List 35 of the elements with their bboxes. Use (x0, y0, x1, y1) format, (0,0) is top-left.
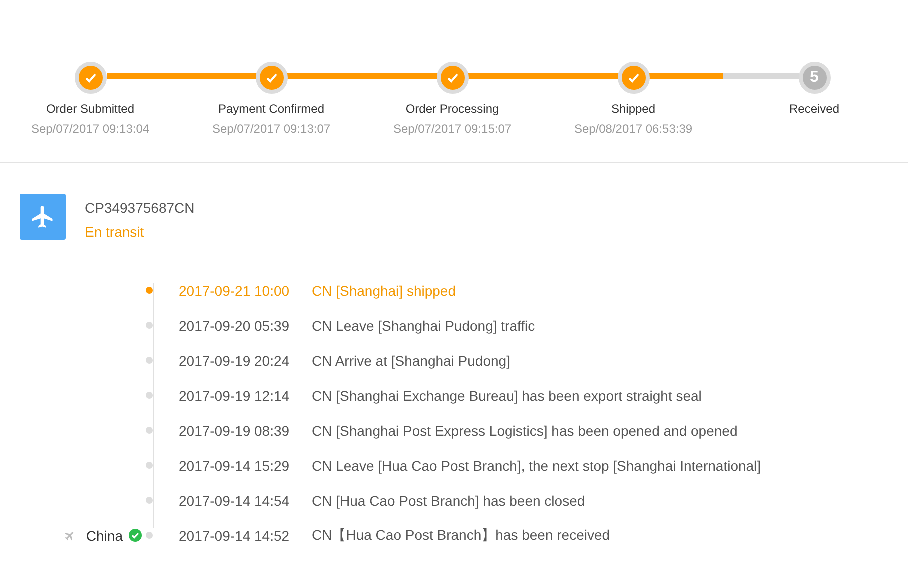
event-time: 2017-09-19 08:39 (179, 422, 291, 438)
airplane-icon (64, 530, 76, 542)
check-icon (628, 73, 640, 83)
step-label: Payment Confirmed (218, 102, 325, 116)
origin-country: China (86, 528, 123, 544)
event-description: CN Arrive at [Shanghai Pudong] (312, 352, 510, 368)
step-label: Order Submitted (46, 102, 135, 116)
event-time: 2017-09-20 05:39 (179, 318, 291, 334)
event-description: CN [Shanghai Exchange Bureau] has been export straight seal (312, 388, 702, 404)
step-label: Order Processing (406, 102, 500, 116)
check-icon (446, 73, 458, 83)
step-time: Sep/07/2017 09:13:04 (31, 122, 150, 136)
check-icon (266, 73, 278, 83)
event-time: 2017-09-14 15:29 (179, 458, 291, 474)
event-time: 2017-09-19 20:24 (179, 352, 291, 368)
step-label: Received (789, 102, 840, 116)
event-description: CN [Shanghai] shipped (312, 282, 456, 298)
step-number: 5 (798, 62, 830, 94)
tracking-number: CP349375687CN (85, 200, 195, 216)
check-icon (84, 73, 96, 83)
event-description: CN [Hua Cao Post Branch] has been closed (312, 492, 586, 508)
event-description: CN Leave [Hua Cao Post Branch], the next stop [Shanghai International] (312, 458, 762, 474)
step-label: Shipped (611, 102, 656, 116)
airplane-icon (20, 194, 66, 240)
event-description: CN [Shanghai Post Express Logistics] has been opened and opened (312, 422, 738, 438)
step-time: Sep/07/2017 09:15:07 (393, 122, 512, 136)
shipment-status: En transit (85, 224, 146, 240)
step-time: Sep/08/2017 06:53:39 (574, 122, 693, 136)
event-time: 2017-09-14 14:52 (179, 528, 291, 544)
step-time: Sep/07/2017 09:13:07 (212, 122, 331, 136)
event-time: 2017-09-19 12:14 (179, 388, 291, 404)
event-time: 2017-09-21 10:00 (179, 282, 291, 298)
event-time: 2017-09-14 14:54 (179, 492, 291, 508)
event-description: CN【Hua Cao Post Branch】has been received (312, 526, 610, 544)
event-description: CN Leave [Shanghai Pudong] traffic (312, 318, 536, 334)
